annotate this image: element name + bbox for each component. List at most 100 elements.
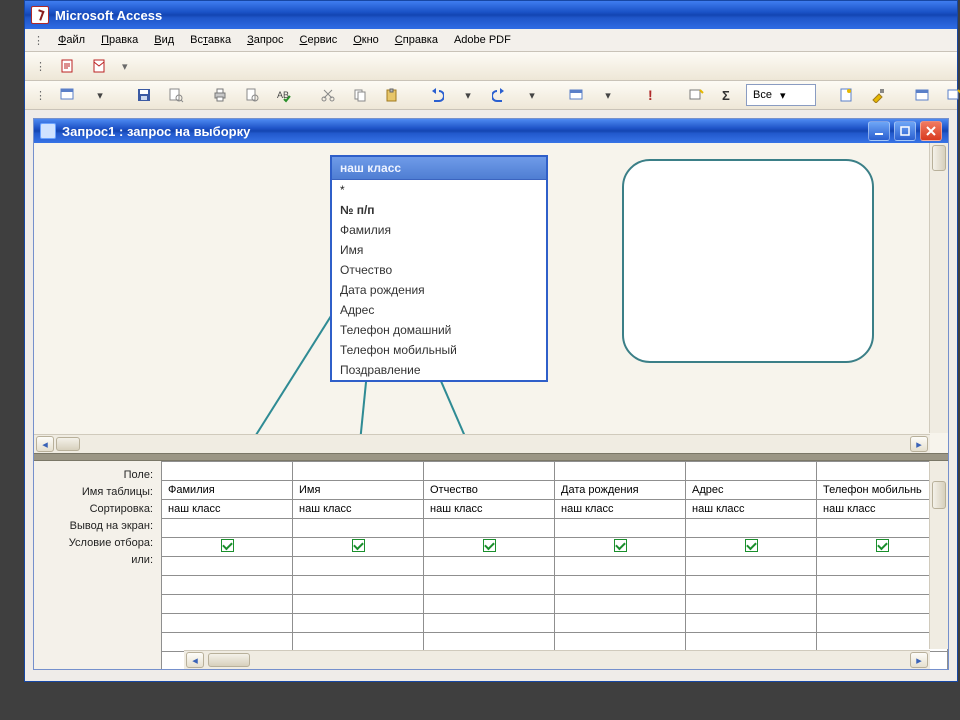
grid-cell-field[interactable]: Фамилия [162,481,293,500]
grid-cell-sort[interactable] [686,519,817,538]
grid-cell-criteria[interactable] [162,557,293,576]
cut-button[interactable] [314,83,342,107]
grid-cell-or[interactable] [686,576,817,595]
grid-cell-field[interactable]: Адрес [686,481,817,500]
redo-button[interactable] [486,83,514,107]
grid-column-selector[interactable] [686,462,817,481]
grid-cell-blank[interactable] [686,614,817,633]
grid-cell-field[interactable]: Имя [293,481,424,500]
menu-item-окно[interactable]: Окно [345,32,387,48]
scroll-left-icon[interactable]: ◂ [186,652,204,668]
grid-cell-blank[interactable] [817,614,948,633]
scrollbar-thumb[interactable] [208,653,250,667]
grid-cell-or[interactable] [817,576,948,595]
properties-button[interactable] [832,83,860,107]
redo-dropdown-arrow[interactable]: ▾ [518,83,546,107]
undo-dropdown-arrow[interactable]: ▾ [454,83,482,107]
run-button[interactable]: ! [638,83,666,107]
show-table-button[interactable] [682,83,710,107]
grid-horizontal-scrollbar[interactable]: ◂ ▸ [184,650,930,669]
grid-cell-criteria[interactable] [293,557,424,576]
grid-cell-criteria[interactable] [817,557,948,576]
grid-cell-blank[interactable] [686,633,817,652]
query-type-button[interactable] [562,83,590,107]
grid-cell-or[interactable] [424,576,555,595]
grid-cell-blank[interactable] [162,633,293,652]
grid-cell-criteria[interactable] [424,557,555,576]
save-button[interactable] [130,83,158,107]
grid-cell-show[interactable] [555,538,686,557]
scroll-right-icon[interactable]: ▸ [910,652,928,668]
scroll-left-icon[interactable]: ◂ [36,436,54,452]
grid-cell-blank[interactable] [424,614,555,633]
print-preview-button[interactable] [238,83,266,107]
pdf-mail-button[interactable] [86,54,114,78]
show-checkbox[interactable] [483,539,496,552]
maximize-button[interactable] [894,121,916,141]
grid-cell-table[interactable]: наш класс [555,500,686,519]
menu-item-запрос[interactable]: Запрос [239,32,291,48]
grid-cell-sort[interactable] [424,519,555,538]
pdf-export-button[interactable] [54,54,82,78]
diagram-vertical-scrollbar[interactable] [929,143,948,433]
menu-item-adobe-pdf[interactable]: Adobe PDF [446,32,519,48]
grid-cell-field[interactable]: Телефон мобильнь [817,481,948,500]
scrollbar-thumb[interactable] [932,481,946,509]
grid-cell-table[interactable]: наш класс [686,500,817,519]
grid-cell-or[interactable] [555,576,686,595]
grid-cell-blank[interactable] [424,595,555,614]
grid-cell-sort[interactable] [555,519,686,538]
table-field[interactable]: Имя [332,240,546,260]
grid-cell-table[interactable]: наш класс [162,500,293,519]
copy-button[interactable] [346,83,374,107]
grid-cell-sort[interactable] [162,519,293,538]
grid-cell-sort[interactable] [293,519,424,538]
grid-cell-field[interactable]: Дата рождения [555,481,686,500]
grid-column-selector[interactable] [424,462,555,481]
grid-cell-blank[interactable] [293,595,424,614]
spellcheck-button[interactable]: AB [270,83,298,107]
grid-column-selector[interactable] [817,462,948,481]
show-checkbox[interactable] [745,539,758,552]
scrollbar-thumb[interactable] [932,145,946,171]
view-dropdown-button[interactable] [54,83,82,107]
grid-cell-blank[interactable] [686,595,817,614]
grid-cell-criteria[interactable] [555,557,686,576]
view-dropdown-arrow[interactable]: ▾ [86,83,114,107]
table-field[interactable]: Поздравление [332,360,546,380]
table-field[interactable]: Телефон мобильный [332,340,546,360]
top-values-combo[interactable]: Все ▾ [746,84,816,106]
grid-column-selector[interactable] [162,462,293,481]
grid-cell-show[interactable] [817,538,948,557]
show-checkbox[interactable] [876,539,889,552]
paste-button[interactable] [378,83,406,107]
grid-cell-table[interactable]: наш класс [817,500,948,519]
query-design-grid[interactable]: ФамилияИмяОтчествоДата рожденияАдресТеле… [161,461,948,669]
show-checkbox[interactable] [352,539,365,552]
menu-item-вид[interactable]: Вид [146,32,182,48]
grid-cell-table[interactable]: наш класс [424,500,555,519]
minimize-button[interactable] [868,121,890,141]
grid-cell-blank[interactable] [162,614,293,633]
grid-cell-blank[interactable] [293,614,424,633]
menu-item-файл[interactable]: Файл [50,32,93,48]
grid-column-selector[interactable] [555,462,686,481]
table-field[interactable]: Телефон домашний [332,320,546,340]
grid-cell-blank[interactable] [555,633,686,652]
grid-cell-show[interactable] [686,538,817,557]
toolbar-overflow-icon[interactable]: ▾ [118,60,132,73]
menu-item-правка[interactable]: Правка [93,32,146,48]
new-object-button[interactable] [940,83,960,107]
show-checkbox[interactable] [221,539,234,552]
table-field[interactable]: * [332,180,546,200]
close-button[interactable] [920,121,942,141]
print-button[interactable] [206,83,234,107]
table-field[interactable]: № п/п [332,200,546,220]
menu-item-вставка[interactable]: Вставка [182,32,239,48]
grid-cell-sort[interactable] [817,519,948,538]
diagram-horizontal-scrollbar[interactable]: ◂ ▸ [34,434,930,453]
grid-cell-blank[interactable] [555,595,686,614]
table-field[interactable]: Дата рождения [332,280,546,300]
query-type-dropdown-arrow[interactable]: ▾ [594,83,622,107]
scroll-right-icon[interactable]: ▸ [910,436,928,452]
